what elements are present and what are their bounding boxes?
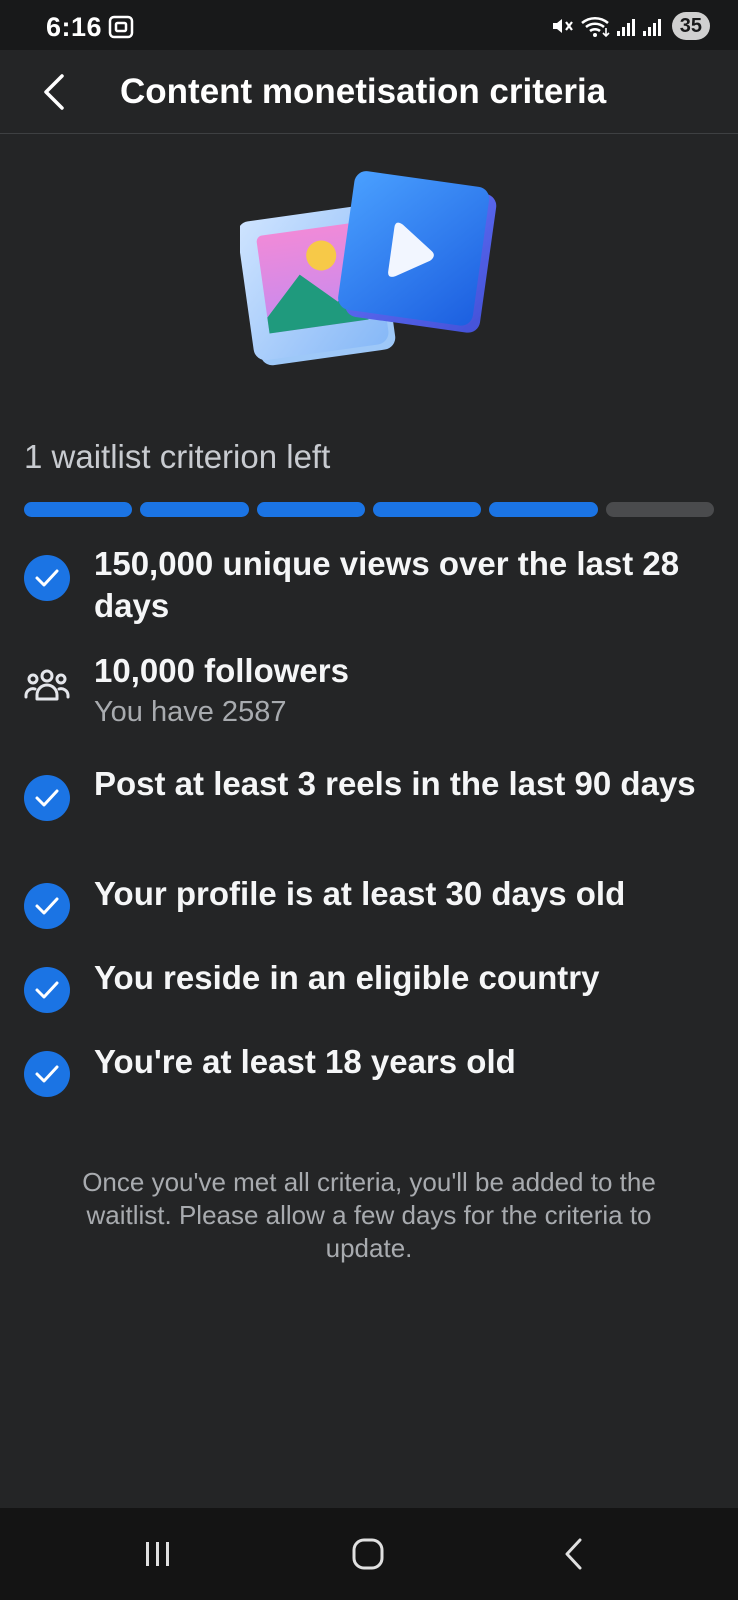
back-button[interactable] bbox=[30, 68, 78, 116]
check-circle-icon bbox=[24, 775, 70, 821]
criterion-title: 150,000 unique views over the last 28 da… bbox=[94, 545, 680, 624]
system-nav-bar bbox=[0, 1508, 738, 1600]
criterion-title: You reside in an eligible country bbox=[94, 959, 600, 996]
check-circle-icon bbox=[24, 555, 70, 601]
criterion-title: Post at least 3 reels in the last 90 day… bbox=[94, 765, 696, 802]
signal-icon bbox=[642, 19, 661, 36]
progress-label: 1 waitlist criterion left bbox=[24, 438, 331, 475]
chevron-left-icon bbox=[44, 74, 64, 110]
criterion-subtitle: You have 2587 bbox=[94, 696, 287, 728]
progress-bar bbox=[24, 502, 714, 517]
battery-indicator: 35 bbox=[671, 12, 710, 40]
signal-icon bbox=[616, 19, 635, 36]
home-button[interactable] bbox=[338, 1528, 398, 1580]
status-icons: 35 bbox=[550, 12, 710, 40]
people-icon bbox=[24, 667, 70, 713]
progress-segment bbox=[140, 502, 249, 517]
page-title: Content monetisation criteria bbox=[120, 72, 607, 111]
progress-segment bbox=[372, 502, 482, 517]
progress-segment bbox=[256, 502, 365, 517]
recents-button[interactable] bbox=[128, 1528, 188, 1580]
progress-segment bbox=[24, 502, 133, 517]
app-header: Content monetisation criteria bbox=[0, 50, 738, 134]
criterion-title: 10,000 followers bbox=[94, 652, 349, 689]
progress-segment bbox=[605, 502, 714, 517]
criterion-title: Your profile is at least 30 days old bbox=[94, 875, 626, 912]
recents-icon bbox=[146, 1542, 169, 1566]
check-circle-icon bbox=[24, 967, 70, 1013]
footnote: Once you've met all criteria, you'll be … bbox=[82, 1167, 656, 1263]
back-icon bbox=[565, 1538, 582, 1570]
progress-segment bbox=[489, 502, 598, 517]
criterion-title: You're at least 18 years old bbox=[94, 1043, 516, 1080]
check-circle-icon bbox=[24, 883, 70, 929]
nav-back-button[interactable] bbox=[544, 1528, 604, 1580]
wifi-icon bbox=[580, 16, 610, 38]
screenshot-icon bbox=[108, 15, 134, 39]
status-time: 6:16 bbox=[46, 12, 103, 42]
status-bar: 6:16 35 bbox=[0, 0, 738, 50]
home-icon bbox=[352, 1538, 384, 1570]
mute-icon bbox=[552, 19, 573, 33]
check-circle-icon bbox=[24, 1051, 70, 1097]
monetisation-illustration bbox=[237, 170, 500, 380]
